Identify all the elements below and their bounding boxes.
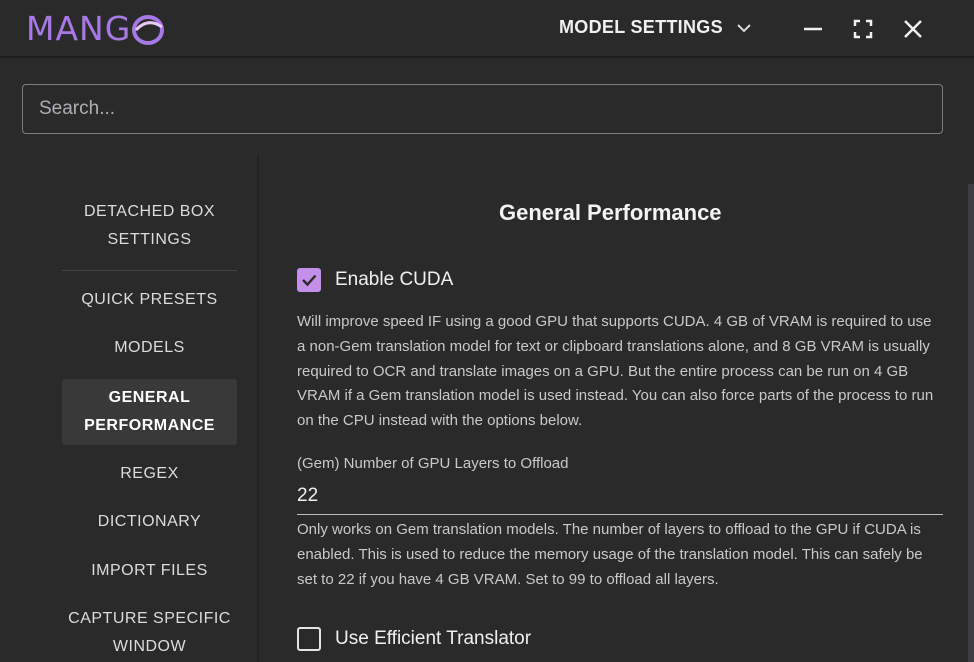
sidebar-item-general-performance[interactable]: GENERAL PERFORMANCE xyxy=(62,379,237,445)
close-button[interactable] xyxy=(898,14,928,44)
sidebar-item-label: IMPORT FILES xyxy=(91,562,208,579)
sidebar-item-label: PERFORMANCE xyxy=(84,417,215,434)
minimize-icon xyxy=(804,27,822,31)
sidebar-item-dictionary[interactable]: DICTIONARY xyxy=(62,508,237,536)
sidebar-item-detached-box-settings[interactable]: DETACHED BOX SETTINGS xyxy=(62,195,237,257)
section-title: General Performance xyxy=(499,200,722,225)
sidebar-item-label: DETACHED BOX xyxy=(83,203,216,220)
chevron-down-icon xyxy=(737,24,751,33)
search-box xyxy=(22,84,943,134)
sidebar-item-label: GENERAL xyxy=(108,389,191,406)
sidebar-item-label: SETTINGS xyxy=(107,231,192,248)
sidebar-item-import-files[interactable]: IMPORT FILES xyxy=(62,557,237,585)
efficient-translator-label: Use Efficient Translator xyxy=(335,628,532,649)
sidebar-item-models[interactable]: MODELS xyxy=(62,334,237,362)
search-input[interactable] xyxy=(23,85,942,133)
close-icon xyxy=(904,20,922,38)
logo-text: MANG xyxy=(26,9,132,48)
maximize-button[interactable] xyxy=(848,14,878,44)
gpu-layers-label: (Gem) Number of GPU Layers to Offload xyxy=(297,455,569,472)
sidebar-item-label: DICTIONARY xyxy=(97,513,202,530)
gpu-layers-description: Only works on Gem translation models. Th… xyxy=(297,521,923,588)
sidebar-item-label: CAPTURE SPECIFIC xyxy=(68,610,231,627)
enable-cuda-checkbox[interactable]: Enable CUDA xyxy=(297,268,453,292)
gpu-layers-input[interactable] xyxy=(297,478,943,514)
sidebar: DETACHED BOX SETTINGS QUICK PRESETS MODE… xyxy=(62,195,237,661)
minimize-button[interactable] xyxy=(798,14,828,44)
model-settings-dropdown[interactable]: MODEL SETTINGS xyxy=(559,17,751,38)
checkbox-unchecked-icon xyxy=(297,627,321,651)
efficient-translator-checkbox[interactable]: Use Efficient Translator xyxy=(297,627,531,651)
gpu-layers-field xyxy=(297,478,943,515)
sidebar-divider xyxy=(257,155,259,662)
app-logo: MANG xyxy=(26,9,166,48)
scrollbar-thumb[interactable] xyxy=(968,184,974,662)
sidebar-item-label: WINDOW xyxy=(112,638,187,655)
sidebar-item-quick-presets[interactable]: QUICK PRESETS xyxy=(62,286,237,314)
checkbox-checked-icon xyxy=(297,268,321,292)
fullscreen-icon xyxy=(853,19,873,39)
enable-cuda-label: Enable CUDA xyxy=(335,269,454,290)
enable-cuda-description: Will improve speed IF using a good GPU t… xyxy=(297,313,934,430)
logo-o-icon xyxy=(132,14,165,45)
sidebar-separator xyxy=(62,270,237,271)
sidebar-item-label: REGEX xyxy=(120,465,179,482)
sidebar-item-label: QUICK PRESETS xyxy=(81,291,218,308)
sidebar-item-regex[interactable]: REGEX xyxy=(62,460,237,488)
menu-title-label: MODEL SETTINGS xyxy=(559,17,723,37)
sidebar-item-label: MODELS xyxy=(114,339,185,356)
title-bar: MANG MODEL SETTINGS xyxy=(0,0,974,58)
sidebar-item-capture-specific-window[interactable]: CAPTURE SPECIFIC WINDOW xyxy=(62,605,237,661)
